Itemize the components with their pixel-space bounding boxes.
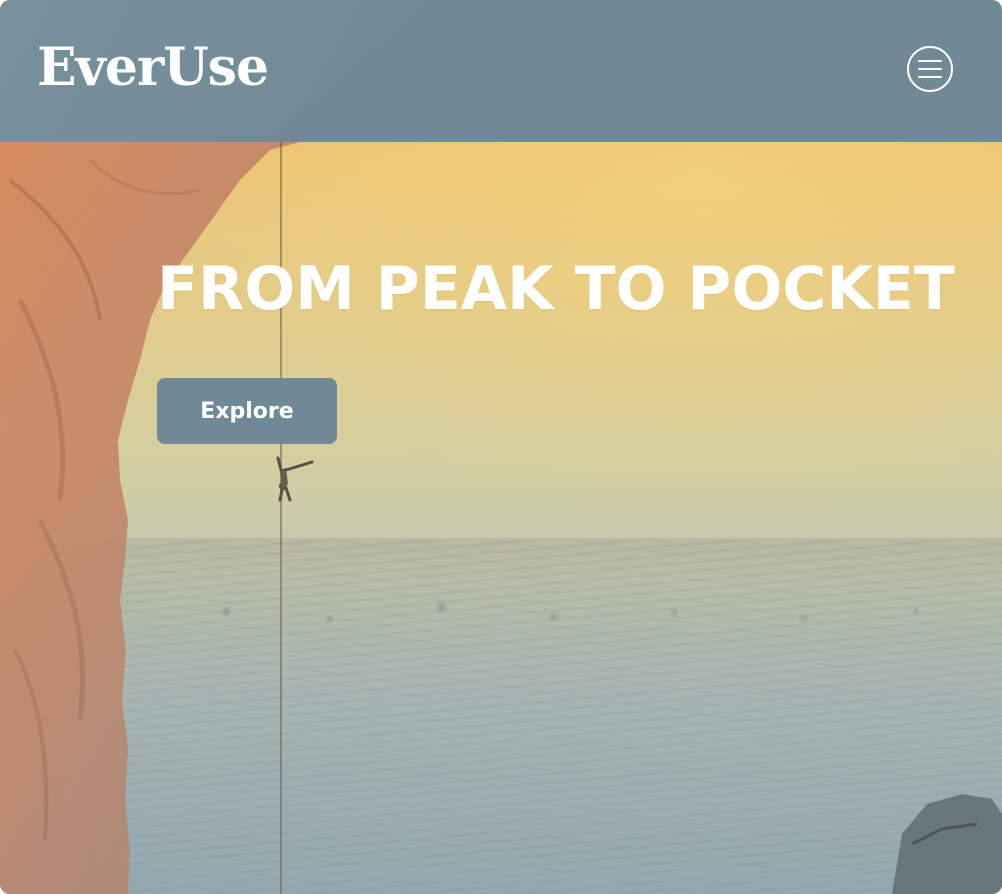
page: EverUse FROM PEAK TO POCKET Explore [0, 0, 1002, 894]
hamburger-menu-button[interactable] [907, 46, 953, 92]
explore-button[interactable]: Explore [157, 378, 337, 444]
site-header: EverUse [0, 0, 1002, 142]
everuse-logo[interactable]: EverUse [37, 36, 269, 100]
foreground-rock-image [892, 794, 1002, 894]
hero-title: FROM PEAK TO POCKET [157, 254, 955, 324]
rock-climber-figure [276, 456, 314, 502]
